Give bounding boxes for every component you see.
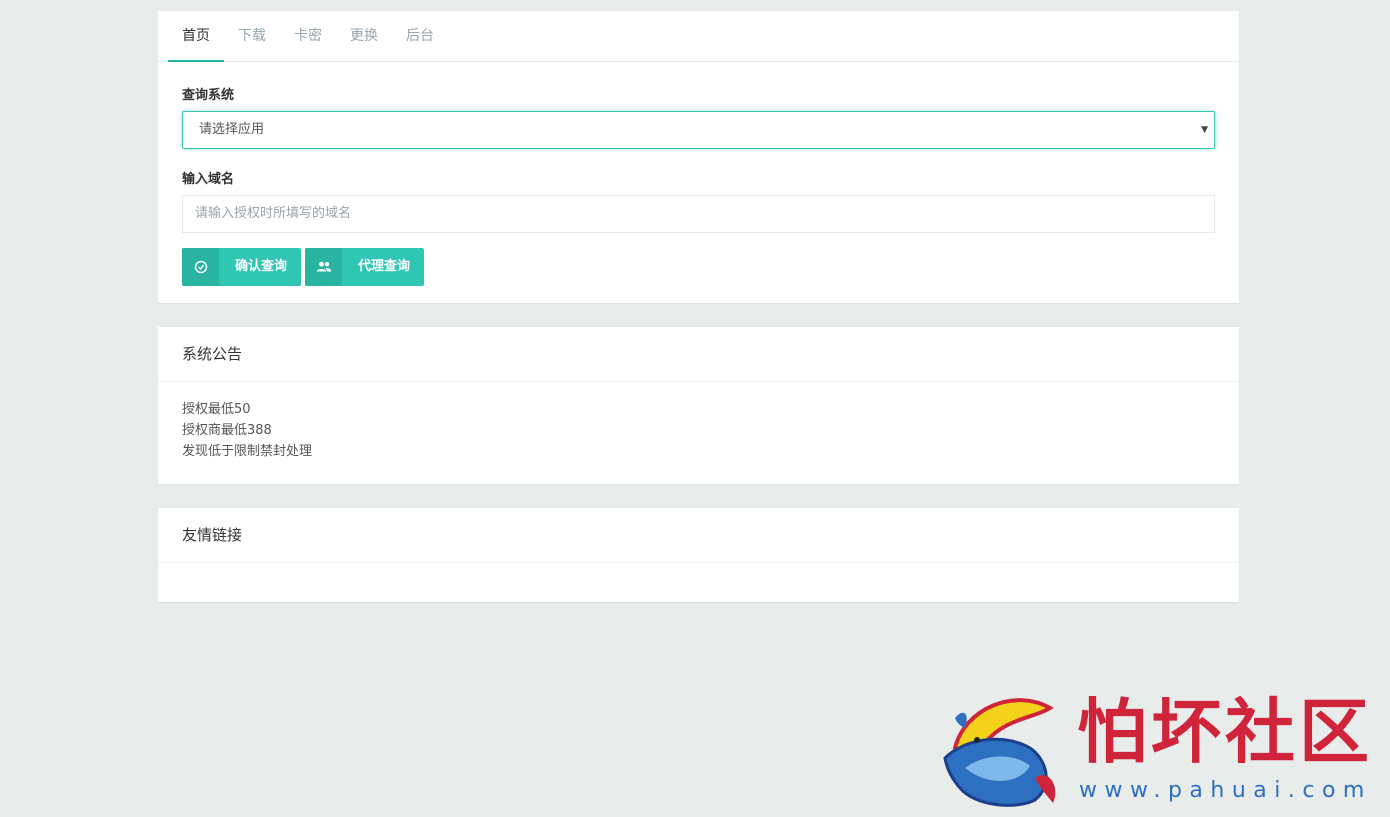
tab-card-key[interactable]: 卡密 bbox=[280, 11, 336, 62]
query-card: 首页 下载 卡密 更换 后台 查询系统 请选择应用 ▼ 输入域名 请输入授权时所… bbox=[158, 11, 1239, 303]
notice-line: 授权最低50 bbox=[182, 402, 251, 417]
users-icon bbox=[305, 248, 343, 286]
query-form: 查询系统 请选择应用 ▼ 输入域名 请输入授权时所填写的域名 确认查询 代理查询 bbox=[158, 62, 1239, 286]
watermark-brand: 怕坏社区 bbox=[1077, 690, 1373, 773]
notice-title: 系统公告 bbox=[158, 327, 1239, 382]
chevron-down-icon: ▼ bbox=[1201, 125, 1208, 135]
watermark-url: www.pahuai.com bbox=[1079, 778, 1372, 803]
system-label: 查询系统 bbox=[182, 88, 235, 103]
watermark-logo: 怕坏社区 www.pahuai.com bbox=[935, 688, 1375, 810]
tab-replace[interactable]: 更换 bbox=[336, 11, 392, 62]
system-select[interactable]: 请选择应用 ▼ bbox=[182, 111, 1215, 149]
notice-card: 系统公告 授权最低50 授权商最低388 发现低于限制禁封处理 bbox=[158, 327, 1239, 484]
notice-body: 授权最低50 授权商最低388 发现低于限制禁封处理 bbox=[158, 382, 1239, 462]
tab-download[interactable]: 下载 bbox=[224, 11, 280, 62]
system-select-value: 请选择应用 bbox=[199, 122, 265, 137]
agent-query-button[interactable]: 代理查询 bbox=[305, 248, 425, 286]
tab-home[interactable]: 首页 bbox=[168, 11, 224, 62]
confirm-query-button[interactable]: 确认查询 bbox=[182, 248, 302, 286]
check-circle-icon bbox=[182, 248, 219, 286]
fish-logo-icon bbox=[943, 698, 1056, 807]
agent-query-label: 代理查询 bbox=[358, 259, 411, 274]
notice-line: 发现低于限制禁封处理 bbox=[182, 444, 313, 459]
button-row: 确认查询 代理查询 bbox=[182, 248, 1215, 286]
nav-tabs: 首页 下载 卡密 更换 后台 bbox=[158, 11, 1239, 62]
confirm-query-label: 确认查询 bbox=[235, 259, 288, 274]
notice-line: 授权商最低388 bbox=[182, 423, 272, 438]
domain-label: 输入域名 bbox=[182, 172, 235, 187]
links-card: 友情链接 bbox=[158, 508, 1239, 602]
tab-admin[interactable]: 后台 bbox=[392, 11, 448, 62]
links-title: 友情链接 bbox=[158, 508, 1239, 563]
domain-input[interactable]: 请输入授权时所填写的域名 bbox=[182, 195, 1215, 233]
